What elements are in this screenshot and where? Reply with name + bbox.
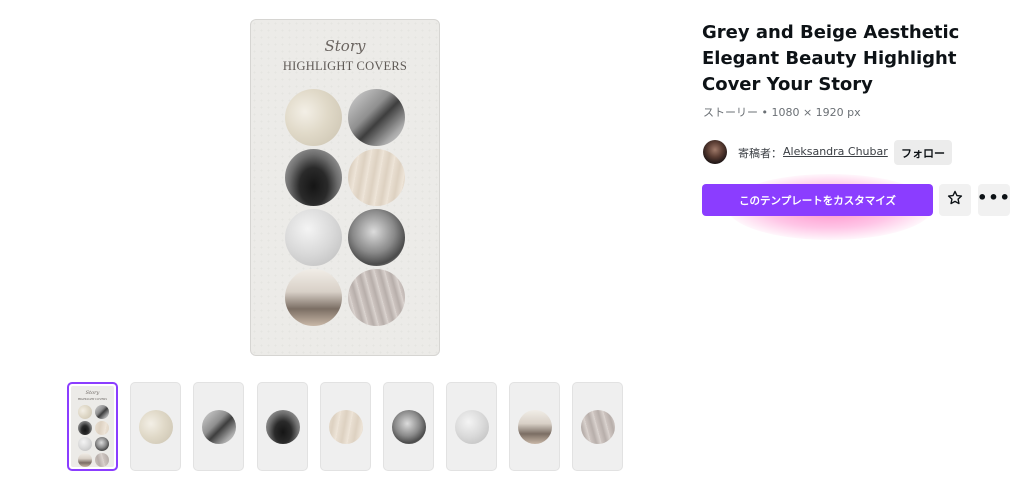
mini-circle <box>78 421 92 435</box>
thumbnail-image <box>328 409 363 444</box>
thumbnail-image <box>580 409 615 444</box>
thumbnail-image <box>265 409 300 444</box>
mini-circle <box>78 405 92 419</box>
thumbnail-image <box>201 409 236 444</box>
mini-circle <box>95 437 109 451</box>
thumbnail-page-3[interactable] <box>193 382 244 471</box>
highlight-circle-6 <box>348 209 405 266</box>
thumbnail-page-4[interactable] <box>257 382 308 471</box>
mini-circle <box>78 437 92 451</box>
mini-circle <box>95 405 109 419</box>
highlight-circle-4 <box>348 149 405 206</box>
mini-subtitle: HIGHLIGHT COVERS <box>77 397 108 401</box>
thumbnail-page-8[interactable] <box>509 382 560 471</box>
more-dots-icon: ••• <box>977 188 1011 207</box>
more-options-button[interactable]: ••• <box>977 184 1011 216</box>
creator-avatar[interactable] <box>703 140 727 164</box>
star-icon <box>946 189 964 211</box>
favorite-button[interactable] <box>939 184 971 216</box>
highlight-circle-2 <box>348 89 405 146</box>
template-preview: Story HIGHLIGHT COVERS <box>250 19 440 356</box>
thumbnail-image <box>138 409 173 444</box>
thumbnail-page-5[interactable] <box>320 382 371 471</box>
thumbnail-mini-preview: Story HIGHLIGHT COVERS <box>71 386 114 467</box>
highlight-circle-7 <box>285 269 342 326</box>
thumbnail-image <box>454 409 489 444</box>
thumbnail-page-2[interactable] <box>130 382 181 471</box>
mini-circle <box>95 453 109 467</box>
highlight-circle-3 <box>285 149 342 206</box>
preview-subtitle: HIGHLIGHT COVERS <box>282 59 408 73</box>
creator-by-label: 寄稿者： <box>738 147 782 160</box>
customize-template-button[interactable]: このテンプレートをカスタマイズ <box>702 184 933 216</box>
thumbnail-page-9[interactable] <box>572 382 623 471</box>
highlight-circle-1 <box>285 89 342 146</box>
mini-circle <box>95 421 109 435</box>
thumbnail-image <box>391 409 426 444</box>
preview-script-title: Story <box>324 37 366 55</box>
thumbnail-page-1[interactable]: Story HIGHLIGHT COVERS <box>67 382 118 471</box>
highlight-circle-5 <box>285 209 342 266</box>
creator-name-link[interactable]: Aleksandra Chubar <box>783 145 888 158</box>
thumbnail-page-6[interactable] <box>383 382 434 471</box>
template-meta: ストーリー • 1080 × 1920 px <box>703 106 861 119</box>
thumbnail-page-7[interactable] <box>446 382 497 471</box>
mini-script-title: Story <box>85 390 100 396</box>
follow-button[interactable]: フォロー <box>894 140 952 165</box>
mini-circle <box>78 453 92 467</box>
template-title: Grey and Beige Aesthetic Elegant Beauty … <box>702 22 960 95</box>
thumbnail-image <box>517 409 552 444</box>
highlight-circle-8 <box>348 269 405 326</box>
